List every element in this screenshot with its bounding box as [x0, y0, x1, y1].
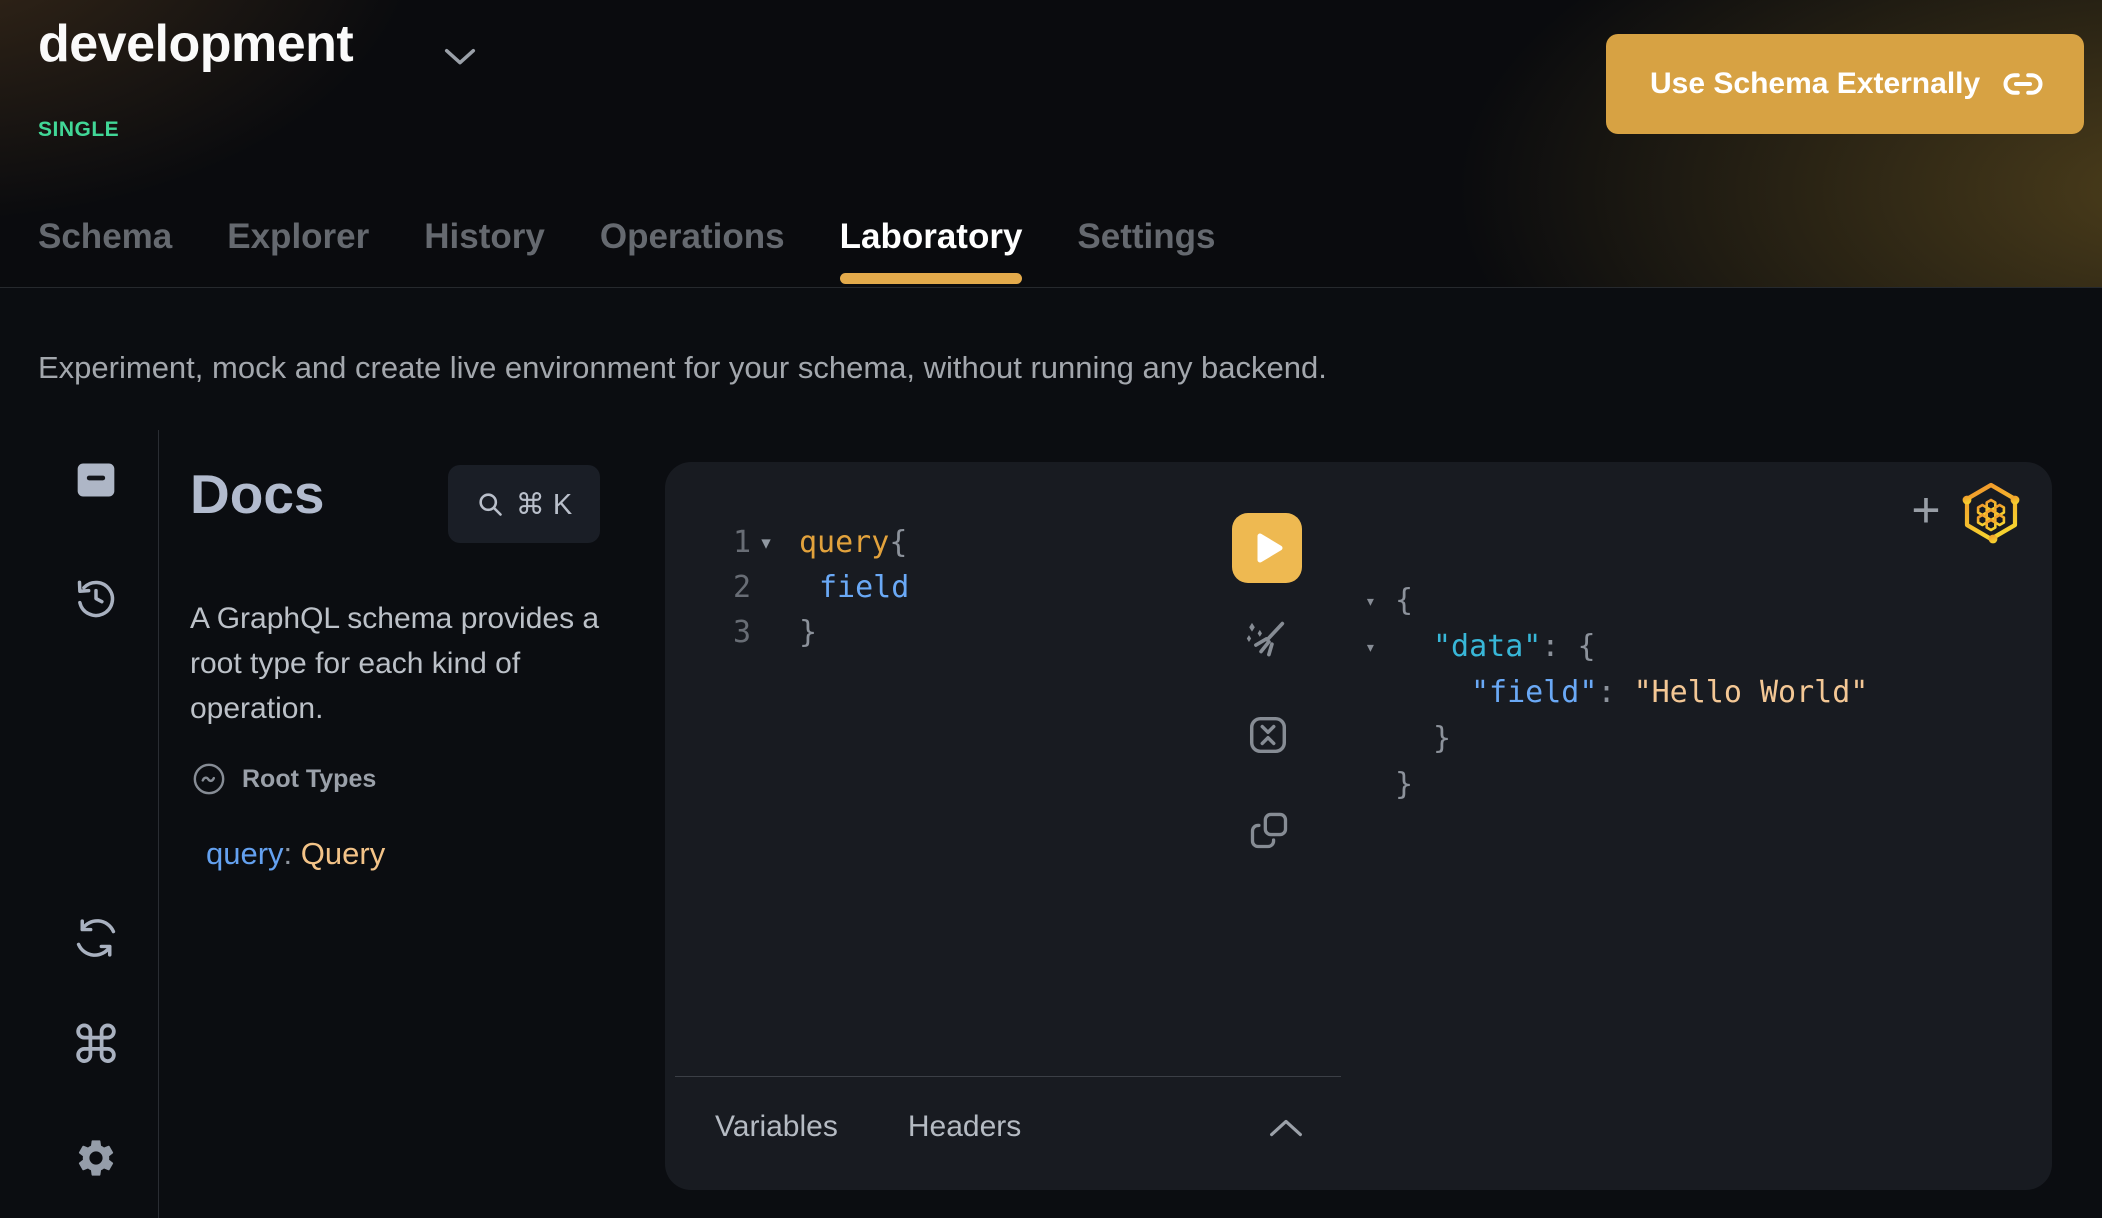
- reload-schema-button[interactable]: [68, 910, 124, 966]
- chevron-up-icon: [1269, 1118, 1303, 1138]
- editor-line-1: 1 ▾ query{: [715, 520, 1275, 565]
- docs-panel-button[interactable]: [68, 452, 124, 508]
- root-query-separator: :: [284, 836, 301, 871]
- variables-tab[interactable]: Variables: [715, 1110, 838, 1144]
- response-line-2: ▾ "data": {: [1365, 623, 1868, 669]
- keyboard-shortcuts-button[interactable]: ⌘: [68, 1018, 124, 1074]
- root-query-field: query: [206, 836, 284, 871]
- add-tab-button[interactable]: +: [1898, 482, 1954, 538]
- project-switcher-chevron-icon[interactable]: [444, 48, 476, 66]
- tab-history[interactable]: History: [424, 187, 545, 287]
- root-types-section-header: Root Types: [192, 762, 376, 796]
- tab-explorer[interactable]: Explorer: [227, 187, 369, 287]
- merge-fragments-button[interactable]: [1245, 712, 1291, 758]
- root-query-type[interactable]: Query: [301, 836, 385, 871]
- code-text: query{: [781, 525, 907, 560]
- graphiql-panel: 1 ▾ query{ 2 field 3 } ▾ { ▾: [665, 462, 2052, 1190]
- collapse-footer-button[interactable]: [1269, 1118, 1303, 1138]
- root-query-link[interactable]: query: Query: [206, 836, 385, 872]
- sidebar-divider: [158, 430, 159, 1218]
- root-types-label: Root Types: [242, 765, 376, 794]
- docs-description: A GraphQL schema provides a root type fo…: [190, 596, 645, 731]
- history-panel-button[interactable]: [68, 570, 124, 626]
- copy-icon: [1247, 808, 1291, 852]
- response-line-5: }: [1365, 761, 1868, 807]
- execute-query-button[interactable]: [1232, 513, 1302, 583]
- response-line-1: ▾ {: [1365, 577, 1868, 623]
- docs-panel-title: Docs: [190, 462, 325, 526]
- docs-search-shortcut: ⌘ K: [516, 487, 572, 522]
- response-line-4: }: [1365, 715, 1868, 761]
- plus-icon: +: [1911, 481, 1940, 539]
- code-text: field: [781, 570, 909, 605]
- code-text: }: [781, 615, 817, 650]
- page-header: development SINGLE Use Schema Externally…: [0, 0, 2102, 288]
- top-nav-tabs: Schema Explorer History Operations Labor…: [38, 187, 1216, 287]
- copy-query-button[interactable]: [1247, 808, 1291, 852]
- merge-icon: [1245, 712, 1291, 758]
- tab-schema[interactable]: Schema: [38, 187, 172, 287]
- tab-settings[interactable]: Settings: [1077, 187, 1215, 287]
- hive-logo[interactable]: [1961, 480, 2021, 544]
- page-subtitle: Experiment, mock and create live environ…: [38, 350, 1327, 386]
- use-schema-externally-button[interactable]: Use Schema Externally: [1606, 34, 2084, 134]
- response-line-3: "field": "Hello World": [1365, 669, 1868, 715]
- prettify-sparkle-broom-icon: [1239, 616, 1291, 668]
- response-viewer: ▾ { ▾ "data": { "field": "Hello World" }…: [1365, 577, 1868, 807]
- line-number: 3: [715, 615, 751, 650]
- docs-search-button[interactable]: ⌘ K: [448, 465, 600, 543]
- gear-icon: [74, 1136, 118, 1180]
- query-editor[interactable]: 1 ▾ query{ 2 field 3 }: [715, 520, 1275, 655]
- docs-icon: [74, 458, 118, 502]
- play-icon: [1257, 533, 1283, 563]
- headers-tab[interactable]: Headers: [908, 1110, 1021, 1144]
- history-icon: [74, 576, 118, 620]
- prettify-query-button[interactable]: [1239, 616, 1291, 668]
- refresh-icon: [74, 916, 118, 960]
- fold-arrow-icon[interactable]: ▾: [1365, 635, 1395, 658]
- fold-arrow-icon[interactable]: ▾: [751, 530, 781, 555]
- tab-laboratory[interactable]: Laboratory: [840, 187, 1023, 287]
- line-number: 1: [715, 525, 751, 560]
- fold-arrow-icon[interactable]: ▾: [1365, 589, 1395, 612]
- command-icon: ⌘: [70, 1016, 122, 1076]
- line-number: 2: [715, 570, 751, 605]
- project-type-badge: SINGLE: [38, 118, 119, 142]
- editor-footer-tabs: Variables Headers: [715, 1110, 1021, 1144]
- circle-tilde-icon: [192, 762, 226, 796]
- settings-dialog-button[interactable]: [68, 1130, 124, 1186]
- editor-line-3: 3 }: [715, 610, 1275, 655]
- tab-operations[interactable]: Operations: [600, 187, 785, 287]
- use-schema-externally-label: Use Schema Externally: [1650, 67, 1980, 101]
- editor-line-2: 2 field: [715, 565, 1275, 610]
- search-icon: [476, 490, 504, 518]
- editor-footer-divider: [675, 1076, 1341, 1077]
- link-icon: [2002, 63, 2044, 105]
- project-title: development: [38, 14, 353, 74]
